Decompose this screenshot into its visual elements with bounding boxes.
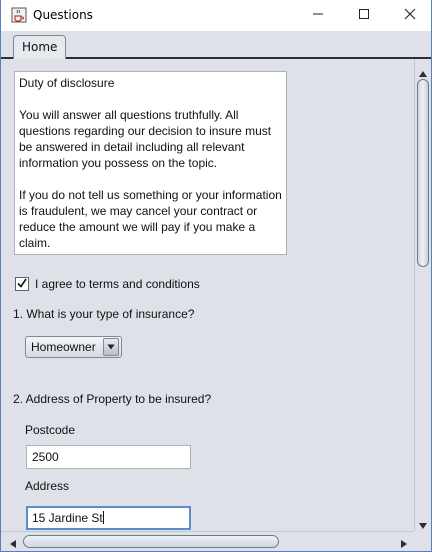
scroll-left-arrow-icon[interactable]: [9, 538, 17, 552]
agree-row: I agree to terms and conditions: [15, 277, 200, 291]
maximize-button[interactable]: [341, 0, 387, 31]
disclosure-paragraph-1: You will answer all questions truthfully…: [19, 108, 272, 170]
disclosure-heading: Duty of disclosure: [19, 76, 115, 90]
java-cup-icon: [11, 7, 27, 23]
disclosure-text-area[interactable]: Duty of disclosure You will answer all q…: [14, 71, 287, 255]
address-label: Address: [25, 479, 70, 493]
questions-window: Questions Home Duty of disclosure You wi…: [0, 0, 432, 552]
postcode-value: 2500: [32, 450, 59, 464]
minimize-icon: [312, 8, 324, 23]
close-button[interactable]: [387, 0, 432, 31]
address-value: 15 Jardine St: [32, 511, 103, 525]
scroll-right-arrow-icon[interactable]: [400, 538, 408, 552]
title-bar[interactable]: Questions: [1, 0, 431, 31]
horizontal-scroll-thumb[interactable]: [23, 535, 279, 548]
text-caret: [102, 511, 104, 524]
postcode-field[interactable]: 2500: [26, 445, 191, 469]
checkmark-icon: [16, 277, 28, 292]
minimize-button[interactable]: [295, 0, 341, 31]
vertical-scrollbar[interactable]: [414, 59, 431, 531]
questions-panel: Duty of disclosure You will answer all q…: [1, 59, 431, 531]
tab-strip: Home: [1, 31, 431, 59]
postcode-label: Postcode: [25, 423, 76, 437]
insurance-type-value: Homeowner: [31, 340, 96, 354]
tab-home[interactable]: Home: [13, 35, 67, 59]
question-1-label: 1. What is your type of insurance?: [13, 307, 195, 321]
triangle-down-icon: [107, 340, 115, 354]
window-title: Questions: [33, 8, 93, 22]
scrollbar-corner: [414, 531, 431, 551]
dropdown-button[interactable]: [103, 338, 119, 356]
agree-checkbox[interactable]: [15, 277, 29, 291]
horizontal-scrollbar[interactable]: [1, 531, 414, 551]
question-2-label: 2. Address of Property to be insured?: [13, 392, 212, 406]
address-field[interactable]: 15 Jardine St: [26, 506, 191, 530]
disclosure-paragraph-2: If you do not tell us something or your …: [19, 188, 282, 250]
insurance-type-select[interactable]: Homeowner: [25, 336, 122, 358]
maximize-icon: [358, 8, 370, 23]
agree-label[interactable]: I agree to terms and conditions: [35, 277, 200, 291]
close-icon: [404, 8, 416, 23]
vertical-scroll-thumb[interactable]: [417, 79, 429, 267]
